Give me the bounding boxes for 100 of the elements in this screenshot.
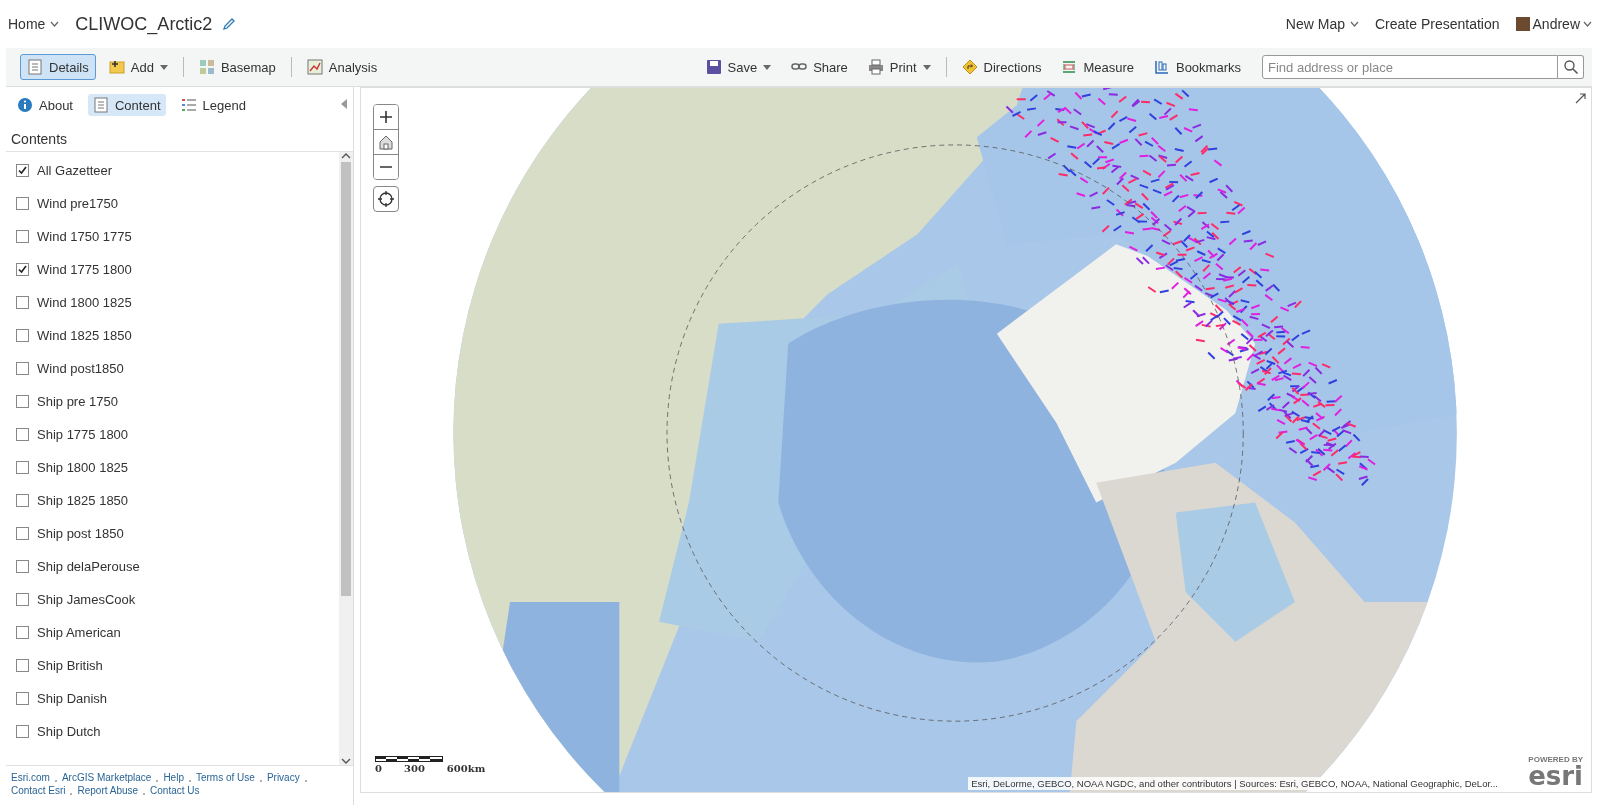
layer-name: Wind pre1750	[37, 196, 118, 211]
layer-checkbox[interactable]	[16, 527, 29, 540]
list-page-icon	[93, 97, 109, 113]
direction-sign-icon	[961, 59, 978, 75]
search-icon	[1562, 59, 1579, 75]
layer-name: Ship 1800 1825	[37, 460, 129, 475]
layer-name: Ship delaPerouse	[37, 559, 140, 574]
layer-checkbox[interactable]	[16, 560, 29, 573]
avatar-icon	[1515, 17, 1530, 31]
layer-checkbox[interactable]	[16, 164, 29, 177]
layer-name: Ship 1825 1850	[37, 493, 129, 508]
toolbar-button[interactable]: Share	[784, 54, 855, 80]
footer-link[interactable]: Report Abuse	[77, 784, 139, 797]
locate-button[interactable]	[373, 186, 399, 212]
collapse-arrow-icon[interactable]	[341, 99, 347, 109]
layer-checkbox[interactable]	[16, 593, 29, 606]
map-attribution: Esri, DeLorme, GEBCO, NOAA NGDC, and other contributors | Sources: Esri, GEBCO, NOAA, National Geographic, DeLor...	[968, 777, 1501, 790]
toolbar-button[interactable]: Save	[698, 54, 779, 80]
layer-checkbox[interactable]	[16, 461, 29, 474]
toolbar-button[interactable]: Bookmarks	[1146, 54, 1248, 80]
toolbar-button[interactable]: Directions	[954, 54, 1049, 80]
toolbar-button[interactable]: Basemap	[191, 54, 283, 80]
add-layer-icon	[108, 59, 125, 75]
layer-checkbox[interactable]	[16, 626, 29, 639]
ruler-icon	[1061, 59, 1078, 75]
caret-icon	[922, 64, 931, 70]
pencil-icon[interactable]	[222, 17, 237, 31]
layer-name: Wind post1850	[37, 361, 124, 376]
map-title: CLIWOC_Arctic2	[75, 13, 213, 35]
info-icon	[17, 97, 33, 113]
layer-checkbox[interactable]	[16, 494, 29, 507]
search-field[interactable]: Find address or place	[1262, 55, 1558, 79]
layer-checkbox[interactable]	[16, 296, 29, 309]
contents-heading: Contents	[11, 131, 69, 147]
layer-checkbox[interactable]	[16, 395, 29, 408]
scroll-down-icon[interactable]	[341, 757, 351, 765]
home-icon[interactable]	[378, 134, 394, 150]
layer-name: Ship JamesCook	[37, 592, 136, 607]
layer-checkbox[interactable]	[16, 692, 29, 705]
toolbar-button[interactable]: Details	[20, 54, 96, 80]
footer-link[interactable]: Privacy	[266, 771, 300, 784]
crosshair-icon	[378, 191, 394, 207]
layer-checkbox[interactable]	[16, 329, 29, 342]
search-button[interactable]	[1558, 55, 1584, 79]
footer-link[interactable]: Help	[163, 771, 184, 784]
layer-name: Wind 1800 1825	[37, 295, 132, 310]
create-presentation-link[interactable]: Create Presentation	[1375, 16, 1500, 32]
toolbar-button[interactable]: Print	[860, 54, 938, 80]
layer-name: All Gazetteer	[37, 163, 113, 178]
layer-name: Wind 1825 1850	[37, 328, 132, 343]
zoom-control[interactable]	[373, 104, 399, 180]
panel-tab[interactable]: Legend	[175, 94, 251, 116]
user-menu[interactable]: Andrew	[1515, 16, 1592, 32]
layer-name: Wind 1775 1800	[37, 262, 132, 277]
caret-icon	[763, 64, 772, 70]
toolbar-button[interactable]: Measure	[1054, 54, 1141, 80]
caret-icon	[50, 21, 60, 27]
basemap-grid-icon	[198, 59, 215, 75]
footer-link[interactable]: Contact Us	[150, 784, 200, 797]
layer-name: Ship American	[37, 625, 121, 640]
plus-icon[interactable]	[379, 110, 393, 124]
caret-icon	[159, 64, 168, 70]
legend-list-icon	[180, 97, 197, 113]
layer-name: Ship post 1850	[37, 526, 124, 541]
layer-checkbox[interactable]	[16, 197, 29, 210]
scale-label: 300	[403, 763, 425, 774]
new-map-menu[interactable]: New Map	[1285, 16, 1359, 32]
scale-bar	[375, 756, 443, 762]
caret-icon	[1350, 21, 1359, 27]
layer-checkbox[interactable]	[16, 362, 29, 375]
footer-link[interactable]: Terms of Use	[195, 771, 255, 784]
home-menu[interactable]: Home	[8, 16, 60, 32]
details-icon	[27, 59, 43, 75]
esri-logo[interactable]: POWERED BY esri	[1528, 755, 1583, 788]
analysis-chart-icon	[306, 59, 323, 75]
scale-label: 600km	[446, 763, 486, 774]
scale-label: 0	[375, 763, 382, 774]
layer-checkbox[interactable]	[16, 659, 29, 672]
layer-name: Ship 1775 1800	[37, 427, 129, 442]
footer-link[interactable]: Contact Esri	[11, 784, 66, 797]
layer-checkbox[interactable]	[16, 263, 29, 276]
caret-icon	[1583, 21, 1592, 27]
layer-name: Ship pre 1750	[37, 394, 118, 409]
layer-name: Wind 1750 1775	[37, 229, 132, 244]
layer-checkbox[interactable]	[16, 725, 29, 738]
expand-arrow-icon[interactable]	[1575, 92, 1587, 104]
footer-link[interactable]: ArcGIS Marketplace	[61, 771, 152, 784]
scrollbar[interactable]	[339, 152, 353, 765]
panel-tab[interactable]: About	[12, 94, 78, 116]
printer-icon	[867, 59, 884, 75]
layer-checkbox[interactable]	[16, 230, 29, 243]
scroll-up-icon[interactable]	[341, 152, 351, 160]
bookmark-bars-icon	[1153, 59, 1170, 75]
toolbar-button[interactable]: Add	[101, 54, 175, 80]
footer-link[interactable]: Esri.com	[11, 771, 50, 784]
layer-checkbox[interactable]	[16, 428, 29, 441]
toolbar-button[interactable]: Analysis	[299, 54, 385, 80]
panel-tab[interactable]: Content	[88, 94, 166, 116]
layer-name: Ship Dutch	[37, 724, 101, 739]
layer-name: Ship Danish	[37, 691, 108, 706]
